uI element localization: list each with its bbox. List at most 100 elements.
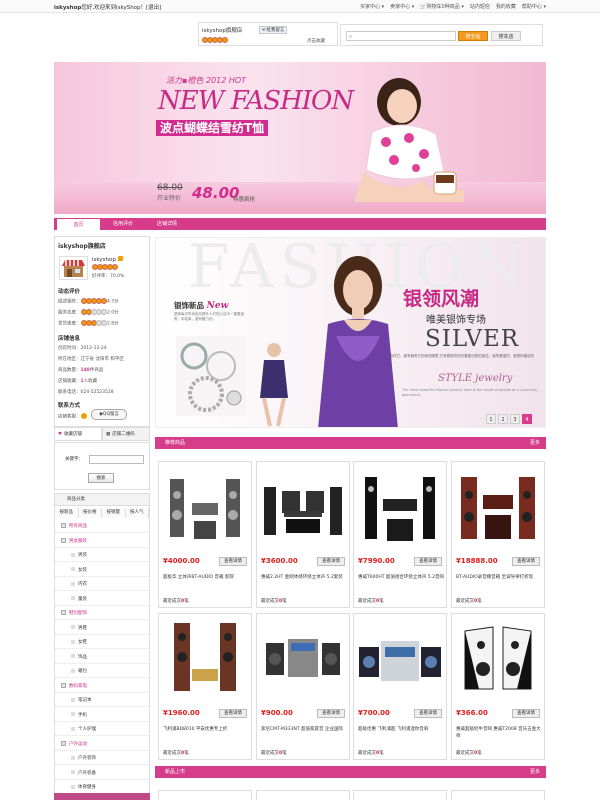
welcome-user[interactable]: iskyshop [54,5,81,11]
top-nav-seller[interactable]: 卖家中心 ▾ [390,3,414,10]
home-theater-set-icon[interactable] [260,465,346,551]
qq-message-button[interactable]: ◉QQ留言 [91,409,127,420]
category-item[interactable]: 户外运动 [55,739,149,751]
subcategory-item[interactable]: 户外装饰 [55,753,149,765]
product-card[interactable] [353,790,447,800]
banner-tagline: 活力▪橙色 2012 HOT [166,76,247,85]
qrcode-button[interactable]: ▦ 店铺二维码 [102,427,150,441]
top-nav-messages[interactable]: 站内短信 [470,3,490,10]
product-card[interactable]: ¥700.00 查看详情 超级优惠 飞利浦超 飞利浦迷你音响 最近成交0笔 [353,613,447,760]
banner-product-title: 波点蝴蝶结雪纺T恤 [156,120,269,136]
subcategory-item[interactable]: 男装 [55,550,149,562]
subcategory-item[interactable]: 笔记本 [55,695,149,707]
product-card[interactable]: ¥1960.00 查看详情 飞利浦BD8010 平安优惠专上折 最近成交0笔 [158,613,252,760]
product-name[interactable]: BT-AUDIO录音棚音箱 至诚导律打折现 [456,574,542,581]
subcategory-item[interactable]: 女装 [55,565,149,577]
top-nav-help[interactable]: 帮助中心 ▾ [522,3,546,10]
keyword-search-button[interactable]: 搜索 [88,473,114,483]
product-name[interactable]: 索尼CMT-M333NT 超值家庭音 企业国际 [261,726,347,733]
search-input[interactable]: ⌕ [346,31,456,41]
view-detail-button[interactable]: 查看详情 [219,557,247,566]
product-card[interactable]: ¥7990.00 查看详情 惠威T600HT 超值组合环绕立体声 5.2音响 最近成交… [353,461,447,608]
promo-banner[interactable]: FASHION 银饰新品 New 银饰每次时尚走向是外人们的心目中一直垂涎角，年… [155,237,546,428]
tab-shop-details[interactable]: 店铺详情 [145,218,189,230]
subcategory-item[interactable]: 童装 [55,594,149,606]
product-card[interactable]: ¥900.00 查看详情 索尼CMT-M333NT 超值家庭音 企业国际 最近成交0笔 [256,613,350,760]
sort-sales[interactable]: 按销量 [102,508,126,518]
product-card[interactable] [451,790,545,800]
top-nav-favorites[interactable]: 我的收藏 [496,3,516,10]
shop-owner[interactable]: iskyshop [92,256,123,263]
category-label: 男女服装 [69,538,87,544]
micro-stereo-icon[interactable] [357,617,443,703]
welcome-message[interactable]: 您好,欢迎来到iskyShop！[退出] [81,5,161,11]
promo-page-4[interactable]: 4 [522,414,532,424]
view-detail-button[interactable]: 查看详情 [414,709,442,718]
search-shop-button[interactable]: 搜本店 [491,31,521,41]
product-name[interactable]: 惠威2.2HT 金刚体感环绕立体声 5.2套装 [261,574,347,581]
black-speaker-set-icon[interactable] [357,465,443,551]
tab-home[interactable]: 首页 [56,218,101,230]
info-count[interactable]: 148 [81,368,90,373]
subcategory-item[interactable]: 户外装备 [55,768,149,780]
product-card[interactable] [158,790,252,800]
new-arrivals-more-link[interactable]: 更多 [530,766,540,778]
shop-info-title[interactable]: iskyshop旗舰店 [58,241,106,250]
promo-page-1[interactable]: 1 [486,414,496,424]
mini-stereo-icon[interactable] [260,617,346,703]
product-name[interactable]: 惠威超级奶牛音响 惠威T200B 音乐五金大师 [456,726,542,740]
category-item[interactable]: 男女服装 [55,536,149,548]
subcategory-item[interactable]: 内衣 [55,579,149,591]
promo-page-3[interactable]: 3 [510,414,520,424]
product-card[interactable] [256,790,350,800]
view-detail-button[interactable]: 查看详情 [414,557,442,566]
promo-left-title: 银饰新品 New [174,300,228,311]
search-all-button[interactable]: 搜全站 [458,31,488,41]
view-detail-button[interactable]: 查看详情 [512,709,540,718]
sort-price[interactable]: 按价格 [78,508,102,518]
subcategory-item[interactable]: 个人护理 [55,724,149,736]
view-detail-button[interactable]: 查看详情 [512,557,540,566]
top-nav-buyer[interactable]: 买家中心 ▾ [360,3,384,10]
view-detail-button[interactable]: 查看详情 [317,557,345,566]
recommend-more-link[interactable]: 更多 [530,437,540,449]
recommend-title: 推荐商品 [165,440,186,446]
product-card[interactable]: ¥4000.00 查看详情 超极华 立体声BT-AUDIO 音箱 影院 最近成交0笔 [158,461,252,608]
view-detail-button[interactable]: 查看详情 [219,709,247,718]
category-item[interactable]: 数码家电 [55,681,149,693]
sort-popularity[interactable]: 按人气 [125,508,149,518]
tab-credit[interactable]: 信用评价 [101,218,145,230]
floorstanding-speaker-icon[interactable] [162,617,248,703]
shop-header-name[interactable]: iskyshop旗舰店 [202,26,242,34]
subcategory-item[interactable]: 女鞋 [55,637,149,649]
contact-button[interactable]: ✉ 给我留言 [259,26,287,34]
product-name[interactable]: 超极华 立体声BT-AUDIO 音箱 影院 [163,574,249,581]
product-name[interactable]: 超级优惠 飞利浦超 飞利浦迷你音响 [358,726,444,733]
category-item[interactable]: 所有商品 [55,521,149,533]
keyword-input[interactable] [89,455,144,464]
subcategory-item[interactable]: 男鞋 [55,623,149,635]
product-card[interactable]: ¥3600.00 查看详情 惠威2.2HT 金刚体感环绕立体声 5.2套装 最近成交0… [256,461,350,608]
wood-speaker-set-icon[interactable] [455,465,541,551]
tower-speaker-set-icon[interactable] [162,465,248,551]
banner-old-price: 68.00 [157,183,183,193]
category-item[interactable]: 鞋包配饰 [55,608,149,620]
product-card[interactable]: ¥366.00 查看详情 惠威超级奶牛音响 惠威T200B 音乐五金大师 最近成交0笔 [451,613,545,760]
subcategory-item[interactable]: 箱包 [55,666,149,678]
subcategory-item[interactable]: 饰品 [55,652,149,664]
collect-link[interactable]: 点击收藏 [307,38,325,44]
product-name[interactable]: 惠威T600HT 超值组合环绕立体声 5.2音响 [358,574,444,581]
product-name[interactable]: 飞利浦BD8010 平安优惠专上折 [163,726,249,733]
product-card[interactable]: ¥18888.00 查看详情 BT-AUDIO录音棚音箱 至诚导律打折现 最近成交0笔 [451,461,545,608]
sort-new[interactable]: 按新品 [55,508,79,518]
subcategory-item[interactable]: 手机 [55,710,149,722]
promo-page-2[interactable]: 2 [498,414,508,424]
wangwang-icon[interactable] [80,413,87,419]
hero-banner[interactable]: 活力▪橙色 2012 HOT NEW FASHION 波点蝴蝶结雪纺T恤 68.… [54,62,546,214]
collect-shop-button[interactable]: ♥ 收藏店铺 [54,427,102,441]
bookshelf-speaker-icon[interactable] [455,617,541,703]
banner-price-label: 开业特价 [157,195,182,202]
category-label: 个人护理 [78,727,96,732]
view-detail-button[interactable]: 查看详情 [317,709,345,718]
top-nav-cart[interactable]: 🛒购物车0种商品 ▾ [420,3,464,10]
